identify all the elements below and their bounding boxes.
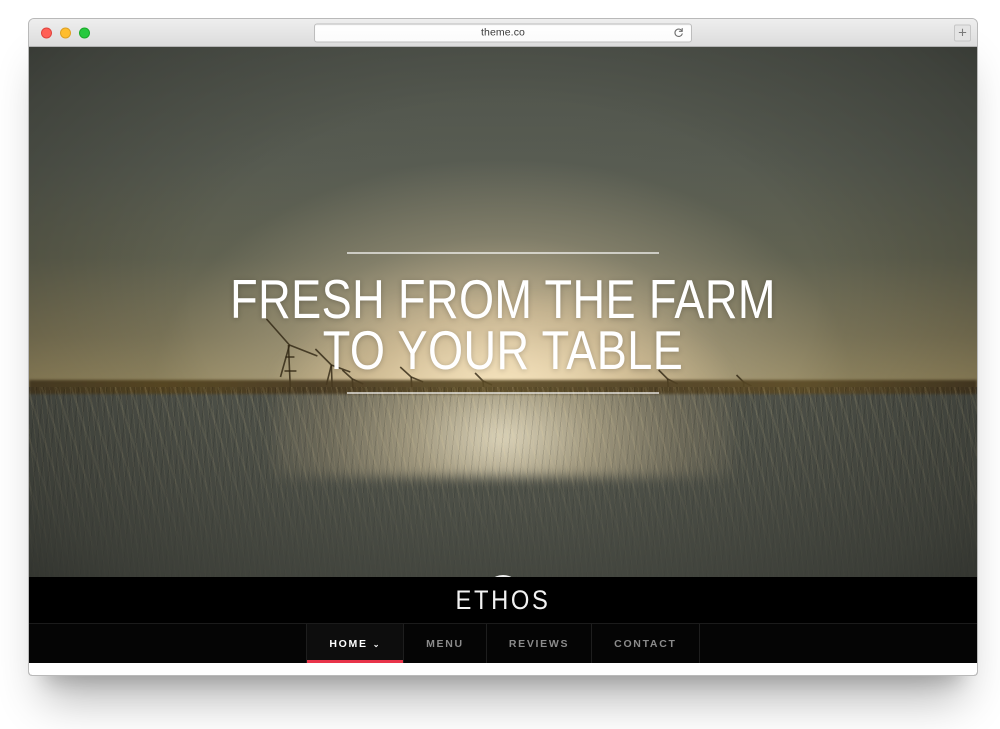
nav-item-reviews[interactable]: REVIEWS bbox=[487, 624, 593, 663]
page-bottom-strip bbox=[29, 663, 977, 675]
main-navigation: HOME ⌄ MENU REVIEWS CONTACT bbox=[29, 623, 977, 663]
browser-toolbar: theme.co + bbox=[29, 19, 977, 47]
address-bar[interactable]: theme.co bbox=[314, 23, 692, 42]
nav-label-contact: CONTACT bbox=[614, 637, 677, 650]
headline-rule-top bbox=[347, 252, 659, 254]
browser-viewport: FRESH FROM THE FARM TO YOUR TABLE ETHOS bbox=[29, 47, 977, 675]
browser-window: theme.co + FRESH FROM THE FARM TO YOUR T… bbox=[28, 18, 978, 676]
minimize-window-button[interactable] bbox=[60, 27, 71, 38]
site-logo-bar: ETHOS bbox=[29, 577, 977, 623]
page-title: FRESH FROM THE FARM TO YOUR TABLE bbox=[114, 272, 891, 382]
nav-label-home: HOME bbox=[329, 637, 368, 650]
window-controls bbox=[41, 27, 90, 38]
nav-item-contact[interactable]: CONTACT bbox=[592, 624, 700, 663]
nav-label-menu: MENU bbox=[426, 637, 464, 650]
address-bar-url: theme.co bbox=[481, 26, 525, 39]
nav-label-reviews: REVIEWS bbox=[508, 637, 570, 650]
chevron-down-icon: ⌄ bbox=[372, 639, 382, 649]
new-tab-button[interactable]: + bbox=[954, 24, 971, 41]
hero-headline-block: FRESH FROM THE FARM TO YOUR TABLE bbox=[29, 252, 977, 395]
close-window-button[interactable] bbox=[41, 27, 52, 38]
headline-rule-bottom bbox=[347, 392, 659, 395]
headline-line-2: TO YOUR TABLE bbox=[322, 319, 684, 382]
maximize-window-button[interactable] bbox=[79, 27, 90, 38]
reload-icon[interactable] bbox=[673, 27, 684, 38]
nav-item-home[interactable]: HOME ⌄ bbox=[306, 624, 405, 663]
page-root: theme.co + FRESH FROM THE FARM TO YOUR T… bbox=[0, 0, 1000, 729]
site-logo[interactable]: ETHOS bbox=[455, 586, 550, 614]
nav-item-menu[interactable]: MENU bbox=[404, 624, 487, 663]
